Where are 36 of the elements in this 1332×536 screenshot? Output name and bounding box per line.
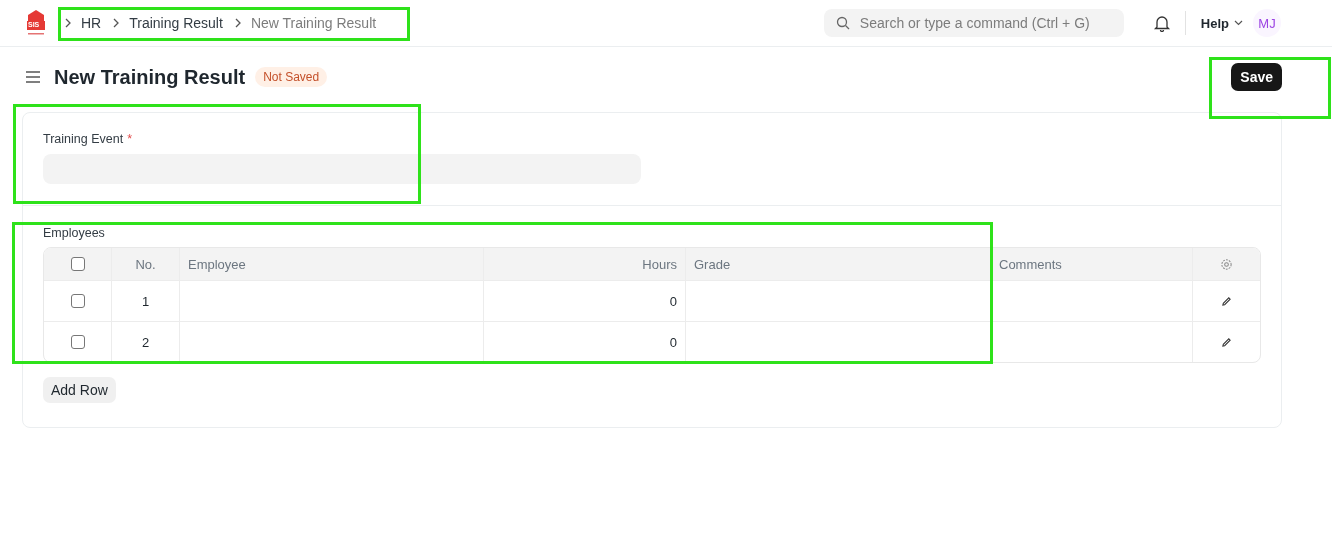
- column-header: Comments: [990, 248, 1192, 280]
- search-icon: [835, 16, 850, 30]
- search-field[interactable]: Search or type a command (Ctrl + G): [823, 9, 1124, 37]
- field-label: Training Event: [43, 132, 124, 146]
- breadcrumb-link[interactable]: HR: [81, 15, 102, 31]
- column-header: No.: [111, 248, 179, 280]
- pencil-icon[interactable]: [1221, 295, 1232, 307]
- chevron-icon: [112, 18, 121, 28]
- checkbox[interactable]: [70, 257, 85, 271]
- table-cell: 1: [111, 281, 179, 321]
- table-label: Employees: [43, 226, 106, 240]
- breadcrumb-link[interactable]: New Training Result: [250, 15, 377, 31]
- help-menu[interactable]: Help: [1200, 15, 1243, 31]
- checkbox[interactable]: [70, 335, 85, 349]
- chevron-icon: [233, 18, 242, 28]
- settings-icon[interactable]: [1220, 257, 1233, 271]
- pencil-icon[interactable]: [1221, 336, 1232, 348]
- checkbox[interactable]: [70, 294, 85, 308]
- required-mark: *: [127, 132, 132, 146]
- chevron-icon: [64, 18, 72, 28]
- breadcrumb-link[interactable]: Training Result: [129, 15, 223, 31]
- table-cell: 0: [483, 322, 685, 362]
- page-title: New Training Result: [54, 65, 246, 89]
- column-header: Employee: [179, 248, 483, 280]
- menu-icon[interactable]: [25, 70, 41, 84]
- add-row-button[interactable]: Add Row: [43, 377, 116, 403]
- table-cell: 2: [111, 322, 179, 362]
- column-header: Grade: [685, 248, 990, 280]
- caret-icon: [1234, 20, 1243, 26]
- save-button[interactable]: Save: [1231, 63, 1282, 91]
- status-indicator: Not Saved: [255, 67, 328, 87]
- user-avatar[interactable]: MJ: [1253, 9, 1281, 37]
- bell-icon[interactable]: [1152, 14, 1171, 32]
- table-cell: 0: [483, 281, 685, 321]
- column-header: Hours: [483, 248, 685, 280]
- input-field[interactable]: [43, 154, 641, 184]
